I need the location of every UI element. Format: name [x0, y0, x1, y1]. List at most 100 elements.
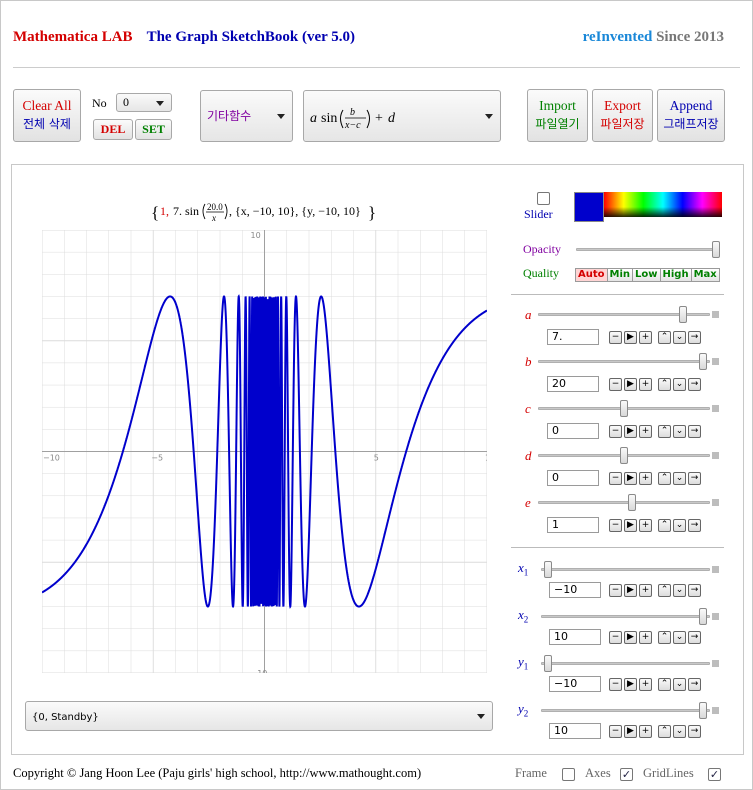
param-c-input[interactable]: 0	[547, 423, 599, 439]
minus-icon[interactable]: −	[609, 425, 622, 438]
plus-icon[interactable]: +	[639, 678, 652, 691]
minus-icon[interactable]: −	[609, 519, 622, 532]
minus-icon[interactable]: −	[609, 631, 622, 644]
range-x1-expand-icon[interactable]	[712, 566, 719, 573]
plus-icon[interactable]: +	[639, 519, 652, 532]
slower-icon[interactable]: ⌄	[673, 519, 686, 532]
gridlines-checkbox[interactable]: ✓	[708, 768, 721, 781]
color-picker[interactable]	[604, 192, 722, 217]
slider-checkbox[interactable]	[537, 192, 550, 205]
range-y1-slider-thumb[interactable]	[544, 655, 553, 672]
direction-icon[interactable]: →	[688, 725, 701, 738]
slower-icon[interactable]: ⌄	[673, 472, 686, 485]
slower-icon[interactable]: ⌄	[673, 584, 686, 597]
minus-icon[interactable]: −	[609, 378, 622, 391]
param-b-slider-thumb[interactable]	[698, 353, 707, 370]
standby-select[interactable]: {0, Standby}	[25, 701, 493, 731]
direction-icon[interactable]: →	[688, 425, 701, 438]
plus-icon[interactable]: +	[639, 331, 652, 344]
play-icon[interactable]: ▶	[624, 584, 637, 597]
param-e-input[interactable]: 1	[547, 517, 599, 533]
current-color-swatch[interactable]	[574, 192, 604, 222]
slower-icon[interactable]: ⌄	[673, 725, 686, 738]
param-c-slider-thumb[interactable]	[620, 400, 628, 417]
range-x1-slider[interactable]	[541, 568, 710, 571]
export-button[interactable]: Export 파일저장	[592, 89, 653, 142]
direction-icon[interactable]: →	[688, 631, 701, 644]
slower-icon[interactable]: ⌄	[673, 425, 686, 438]
play-icon[interactable]: ▶	[624, 678, 637, 691]
minus-icon[interactable]: −	[609, 472, 622, 485]
direction-icon[interactable]: →	[688, 331, 701, 344]
opacity-slider-thumb[interactable]	[712, 241, 720, 258]
plus-icon[interactable]: +	[639, 378, 652, 391]
minus-icon[interactable]: −	[609, 725, 622, 738]
plus-icon[interactable]: +	[639, 472, 652, 485]
play-icon[interactable]: ▶	[624, 425, 637, 438]
param-a-expand-icon[interactable]	[712, 311, 719, 318]
range-y2-slider-thumb[interactable]	[698, 702, 707, 719]
direction-icon[interactable]: →	[688, 472, 701, 485]
param-a-slider-thumb[interactable]	[679, 306, 688, 323]
graph-plot[interactable]: −10−5510105−5−10	[42, 230, 487, 673]
quality-auto-button[interactable]: Auto	[575, 268, 608, 282]
del-button[interactable]: DEL	[93, 119, 133, 140]
function-template-select[interactable]: a sin b x−c + d	[303, 90, 501, 142]
slower-icon[interactable]: ⌄	[673, 678, 686, 691]
faster-icon[interactable]: ⌃	[658, 425, 671, 438]
quality-max-button[interactable]: Max	[690, 268, 720, 282]
faster-icon[interactable]: ⌃	[658, 725, 671, 738]
no-select[interactable]: 0	[116, 93, 172, 112]
minus-icon[interactable]: −	[609, 678, 622, 691]
opacity-slider[interactable]	[576, 248, 718, 251]
faster-icon[interactable]: ⌃	[658, 472, 671, 485]
faster-icon[interactable]: ⌃	[658, 378, 671, 391]
plus-icon[interactable]: +	[639, 584, 652, 597]
frame-checkbox[interactable]	[562, 768, 575, 781]
play-icon[interactable]: ▶	[624, 378, 637, 391]
set-button[interactable]: SET	[135, 119, 172, 140]
param-e-slider-thumb[interactable]	[628, 494, 637, 511]
range-x2-slider[interactable]	[541, 615, 710, 618]
param-b-expand-icon[interactable]	[712, 358, 719, 365]
faster-icon[interactable]: ⌃	[658, 631, 671, 644]
play-icon[interactable]: ▶	[624, 631, 637, 644]
quality-high-button[interactable]: High	[659, 268, 692, 282]
play-icon[interactable]: ▶	[624, 472, 637, 485]
range-y1-expand-icon[interactable]	[712, 660, 719, 667]
param-c-expand-icon[interactable]	[712, 405, 719, 412]
category-select[interactable]: 기타함수	[200, 90, 293, 142]
append-button[interactable]: Append 그래프저장	[657, 89, 725, 142]
play-icon[interactable]: ▶	[624, 725, 637, 738]
range-y2-input[interactable]: 10	[549, 723, 601, 739]
range-x2-input[interactable]: 10	[549, 629, 601, 645]
plus-icon[interactable]: +	[639, 725, 652, 738]
direction-icon[interactable]: →	[688, 519, 701, 532]
direction-icon[interactable]: →	[688, 584, 701, 597]
param-d-expand-icon[interactable]	[712, 452, 719, 459]
direction-icon[interactable]: →	[688, 678, 701, 691]
range-x2-expand-icon[interactable]	[712, 613, 719, 620]
range-x1-input[interactable]: −10	[549, 582, 601, 598]
param-a-input[interactable]: 7.	[547, 329, 599, 345]
param-e-slider[interactable]	[538, 501, 710, 504]
range-y1-input[interactable]: −10	[549, 676, 601, 692]
play-icon[interactable]: ▶	[624, 331, 637, 344]
faster-icon[interactable]: ⌃	[658, 584, 671, 597]
direction-icon[interactable]: →	[688, 378, 701, 391]
range-y2-slider[interactable]	[541, 709, 710, 712]
play-icon[interactable]: ▶	[624, 519, 637, 532]
param-d-slider-thumb[interactable]	[620, 447, 628, 464]
param-d-input[interactable]: 0	[547, 470, 599, 486]
faster-icon[interactable]: ⌃	[658, 519, 671, 532]
slower-icon[interactable]: ⌄	[673, 378, 686, 391]
quality-low-button[interactable]: Low	[632, 268, 661, 282]
minus-icon[interactable]: −	[609, 584, 622, 597]
range-y1-slider[interactable]	[541, 662, 710, 665]
faster-icon[interactable]: ⌃	[658, 678, 671, 691]
axes-checkbox[interactable]: ✓	[620, 768, 633, 781]
param-e-expand-icon[interactable]	[712, 499, 719, 506]
faster-icon[interactable]: ⌃	[658, 331, 671, 344]
import-button[interactable]: Import 파일열기	[527, 89, 588, 142]
range-x2-slider-thumb[interactable]	[698, 608, 707, 625]
